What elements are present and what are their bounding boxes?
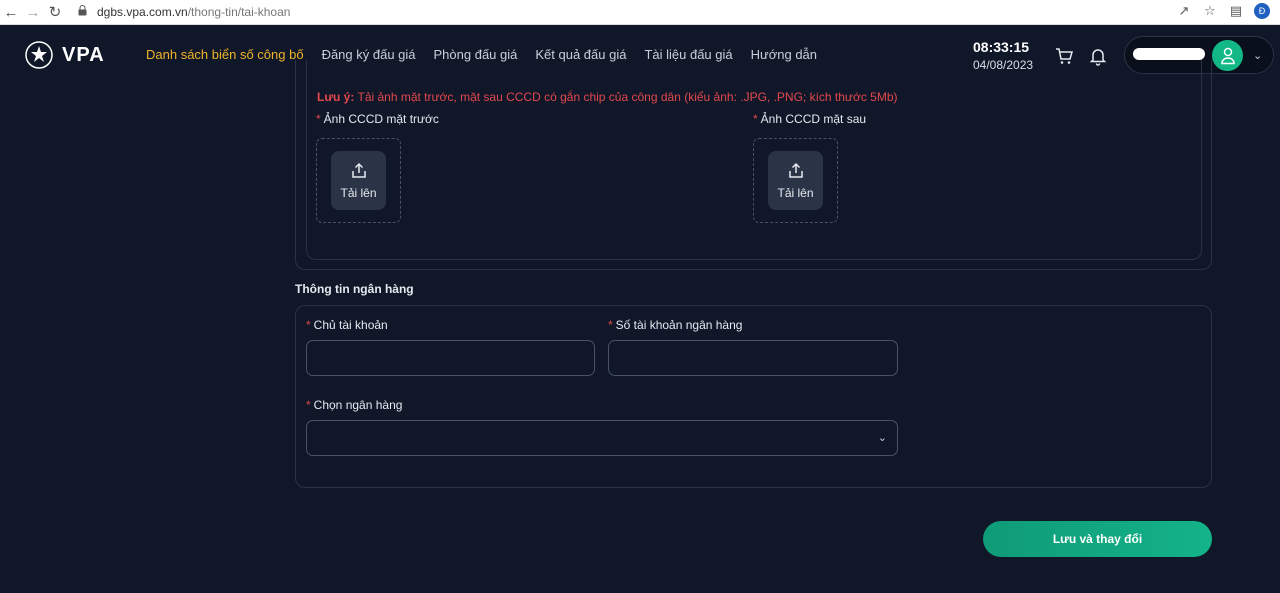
vpa-logo[interactable]: VPA bbox=[24, 40, 105, 70]
chevron-down-icon[interactable]: ⌄ bbox=[1253, 49, 1262, 62]
share-icon[interactable]: ↗ bbox=[1176, 3, 1192, 19]
sidebar-icon[interactable]: ▤ bbox=[1228, 3, 1244, 19]
user-icon bbox=[1220, 47, 1235, 64]
redaction-mask bbox=[1133, 48, 1205, 60]
bank-panel bbox=[295, 305, 1212, 488]
upload-icon bbox=[788, 162, 803, 178]
address-bar[interactable]: dgbs.vpa.com.vn/thong-tin/tai-khoan bbox=[78, 5, 290, 19]
bank-select-label: * Chọn ngân hàng bbox=[306, 398, 403, 412]
browser-toolbar: ← → ↻ dgbs.vpa.com.vn/thong-tin/tai-khoa… bbox=[0, 0, 1280, 25]
upload-note: Lưu ý: Tải ảnh mặt trước, mặt sau CCCD c… bbox=[317, 90, 898, 104]
note-label: Lưu ý: bbox=[317, 90, 355, 104]
bookmark-star-icon[interactable]: ☆ bbox=[1202, 3, 1218, 19]
forward-icon[interactable]: → bbox=[22, 1, 44, 23]
account-number-input[interactable] bbox=[608, 340, 898, 376]
url-path: /thong-tin/tai-khoan bbox=[187, 5, 291, 19]
upload-icon bbox=[351, 162, 366, 178]
bank-select[interactable]: ⌄ bbox=[306, 420, 898, 456]
url-host: dgbs.vpa.com.vn bbox=[97, 5, 188, 19]
user-avatar[interactable] bbox=[1212, 40, 1243, 71]
required-marker: * bbox=[306, 318, 311, 332]
required-marker: * bbox=[753, 112, 758, 126]
back-id-upload-button[interactable]: Tải lên bbox=[768, 151, 823, 210]
chevron-down-icon: ⌄ bbox=[877, 432, 887, 444]
upload-label: Tải lên bbox=[777, 185, 814, 200]
account-number-label: * Số tài khoản ngân hàng bbox=[608, 318, 743, 332]
nav-published-plates[interactable]: Danh sách biển số công bố bbox=[146, 47, 304, 62]
clock-time: 08:33:15 bbox=[973, 39, 1030, 55]
account-holder-label: * Chủ tài khoản bbox=[306, 318, 388, 332]
front-id-upload-button[interactable]: Tải lên bbox=[331, 151, 386, 210]
front-id-upload-area[interactable]: Tải lên bbox=[316, 138, 401, 223]
bank-section-title: Thông tin ngân hàng bbox=[295, 282, 414, 296]
upload-label: Tải lên bbox=[340, 185, 377, 200]
required-marker: * bbox=[316, 112, 321, 126]
lock-icon bbox=[78, 5, 87, 19]
account-holder-input[interactable] bbox=[306, 340, 595, 376]
back-id-label: * Ảnh CCCD mặt sau bbox=[753, 112, 867, 126]
reload-icon[interactable]: ↻ bbox=[44, 1, 66, 23]
back-icon[interactable]: ← bbox=[0, 1, 22, 23]
browser-profile-avatar[interactable]: Đ bbox=[1254, 3, 1270, 19]
note-text: Tải ảnh mặt trước, mặt sau CCCD có gắn c… bbox=[357, 90, 898, 104]
required-marker: * bbox=[306, 398, 311, 412]
front-id-label: * Ảnh CCCD mặt trước bbox=[316, 112, 439, 126]
save-changes-button[interactable]: Lưu và thay đổi bbox=[983, 521, 1212, 557]
required-marker: * bbox=[608, 318, 613, 332]
emblem-icon bbox=[25, 41, 53, 69]
back-id-upload-area[interactable]: Tải lên bbox=[753, 138, 838, 223]
logo-text: VPA bbox=[62, 43, 105, 66]
